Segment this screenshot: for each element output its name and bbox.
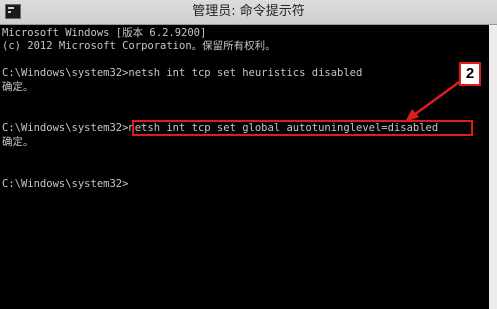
console-line: C:\Windows\system32>netsh int tcp set he…	[2, 67, 363, 79]
vertical-scrollbar[interactable]	[489, 25, 497, 309]
window-title: 管理员: 命令提示符	[192, 4, 305, 19]
title-bar[interactable]: 管理员: 命令提示符	[0, 0, 497, 25]
console-line: 确定。	[2, 136, 34, 148]
step-number-badge: 2	[459, 62, 481, 86]
console-output[interactable]: Microsoft Windows [版本 6.2.9200] (c) 2012…	[0, 25, 489, 309]
cmd-window: 管理员: 命令提示符 Microsoft Windows [版本 6.2.920…	[0, 0, 497, 309]
command-highlight-box	[132, 120, 473, 136]
console-line: 确定。	[2, 81, 34, 93]
console-line: (c) 2012 Microsoft Corporation。保留所有权利。	[2, 40, 276, 52]
console-line: C:\Windows\system32>	[2, 178, 129, 190]
console-line: Microsoft Windows [版本 6.2.9200]	[2, 27, 207, 39]
